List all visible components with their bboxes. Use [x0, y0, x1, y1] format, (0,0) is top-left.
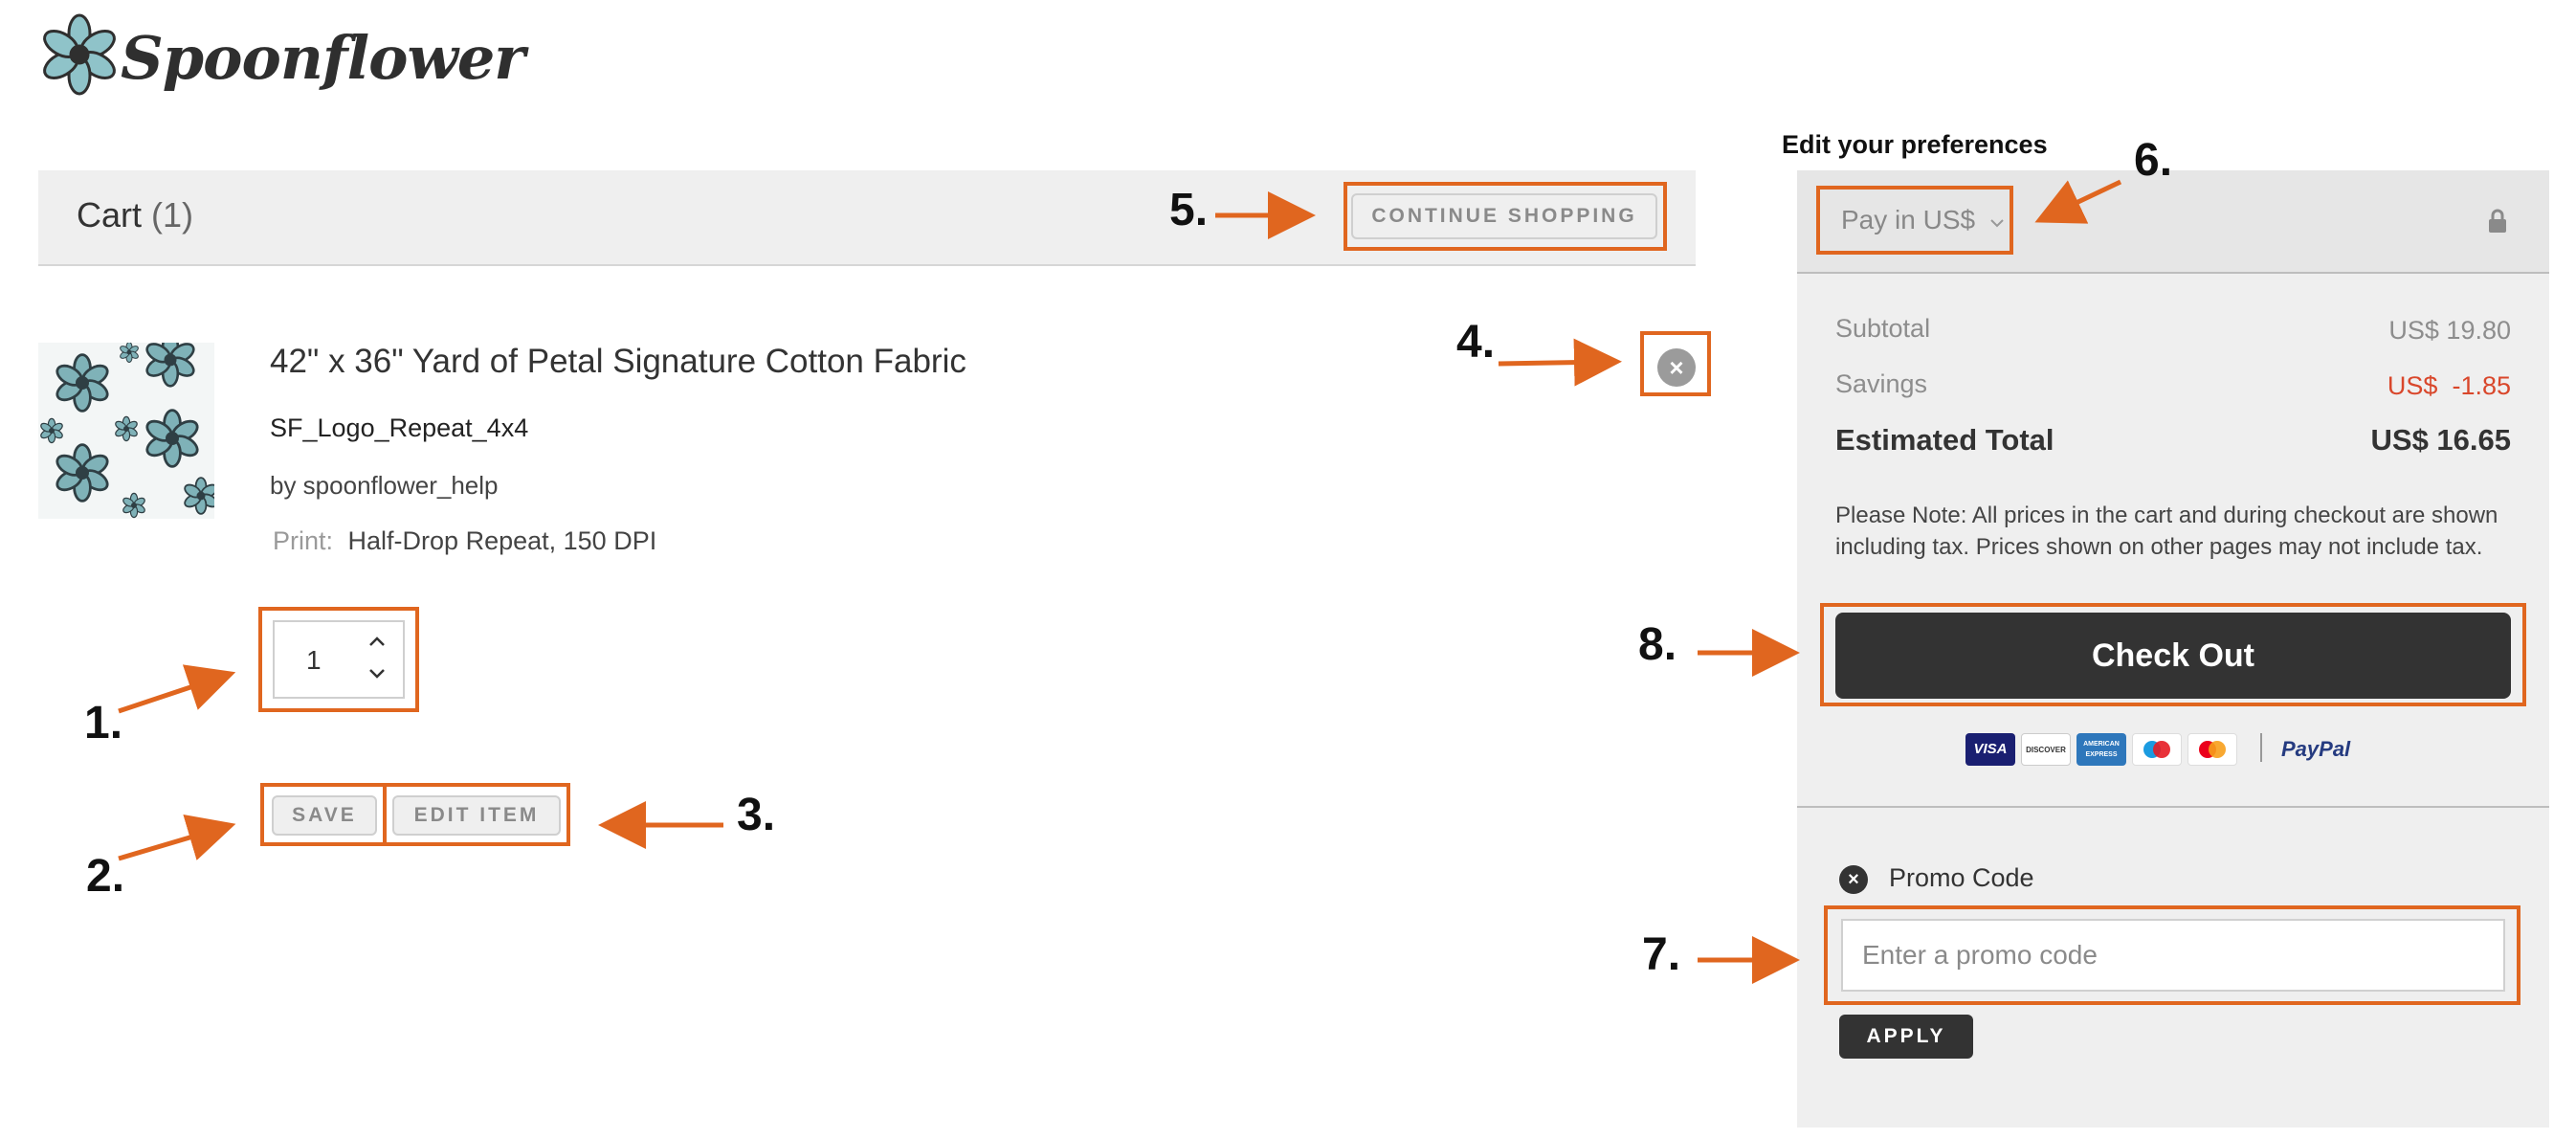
annotation-number-8: 8. [1638, 619, 1677, 670]
arrow-6 [2034, 179, 2122, 224]
annotation-number-5: 5. [1169, 185, 1209, 235]
annotation-number-3: 3. [737, 790, 776, 840]
arrow-2 [118, 814, 236, 861]
annotation-number-7: 7. [1642, 929, 1681, 980]
arrow-4 [1498, 338, 1622, 387]
annotation-number-6: 6. [2134, 135, 2173, 186]
annotation-number-2: 2. [86, 851, 125, 902]
arrow-1 [118, 664, 236, 714]
annotation-number-1: 1. [84, 698, 123, 748]
annotation-arrows [118, 179, 2122, 984]
annotation-number-4: 4. [1456, 317, 1496, 368]
